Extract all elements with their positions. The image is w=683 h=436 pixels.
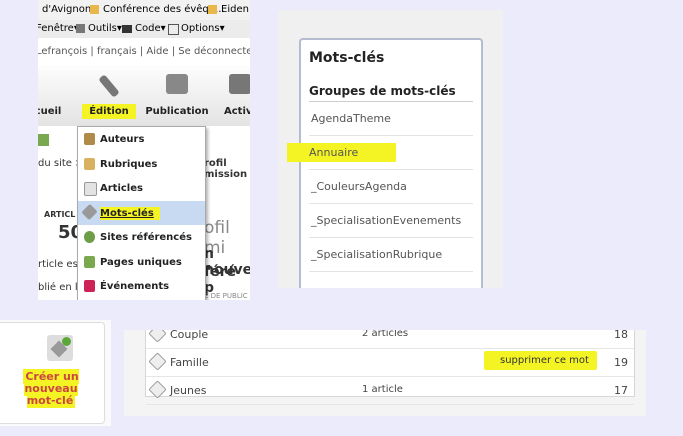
article-count: 1 article <box>362 384 403 395</box>
nav-label: Édition <box>77 104 141 119</box>
menu-outils[interactable]: Outils▾ <box>88 23 122 34</box>
group-link-annuaire[interactable]: Annuaire <box>287 136 473 170</box>
browser-toolbar: Fenêtre▾ Outils▾ Code▾ Options▾ <box>38 20 250 39</box>
nav-accueil[interactable]: cueil <box>38 66 80 126</box>
main-nav: cueil Édition Publication Activ <box>38 66 250 127</box>
group-link[interactable]: AgendaTheme <box>309 102 473 136</box>
nav-label: cueil <box>38 106 62 117</box>
menu-item-rubriques[interactable]: Rubriques <box>78 153 205 177</box>
folder-icon <box>208 5 217 14</box>
delete-keyword-button[interactable]: supprimer ce mot <box>484 351 597 370</box>
page-icon <box>84 256 95 268</box>
stat-label: ARTICL <box>44 210 76 219</box>
article-count: 2 articles <box>362 330 409 339</box>
menu-item-mots-cles[interactable]: Mots-clés <box>78 201 205 225</box>
group-link[interactable]: _SpecialisationRubrique <box>309 238 473 272</box>
bookmarks-bar: d'Avignon Conférence des évêqu... Eiden … <box>38 0 250 21</box>
folder-icon <box>84 158 95 170</box>
add-icon <box>38 134 49 146</box>
menu-fenetre[interactable]: Fenêtre▾ <box>38 23 79 34</box>
box-title: Mots-clés <box>309 50 385 66</box>
bookmark-conference[interactable]: Conférence des évêqu... <box>103 4 225 15</box>
user-links[interactable]: Lefrançois | français | Aide | Se déconn… <box>38 46 250 57</box>
nav-label: Activ <box>224 106 250 117</box>
calendar-icon <box>84 280 95 292</box>
nav-activite[interactable]: Activ <box>210 66 250 126</box>
groups-heading: Groupes de mots-clés <box>309 84 456 98</box>
user-bar: Lefrançois | français | Aide | Se déconn… <box>38 38 250 66</box>
plus-icon <box>62 337 71 346</box>
tools-icon <box>76 24 85 33</box>
table-row[interactable]: Couple 2 articles 18 <box>146 330 634 349</box>
article-icon <box>84 182 97 196</box>
nav-label: Publication <box>145 106 209 117</box>
published-fragment: blié en l <box>38 282 78 293</box>
options-icon <box>168 24 179 35</box>
group-link[interactable]: _SpecialisationEvenements <box>309 204 473 238</box>
menu-item-auteurs[interactable]: Auteurs <box>78 128 205 152</box>
tag-icon <box>148 380 167 399</box>
table-row[interactable]: Famille supprimer ce mot 19 <box>146 348 634 377</box>
menu-item-evenements[interactable]: Événements <box>78 275 205 299</box>
keywords-table-screenshot: Couple 2 articles 18 Famille supprimer c… <box>124 330 646 416</box>
speech-bubble-icon <box>229 74 250 94</box>
footer-fragment: E DE PUBLIC <box>204 292 248 300</box>
folder-icon <box>90 5 99 14</box>
bookmark-avignon[interactable]: d'Avignon <box>42 4 91 15</box>
code-icon <box>122 25 132 33</box>
menu-code[interactable]: Code▾ <box>135 23 166 34</box>
keywords-sidebar-screenshot: Mots-clés Groupes de mots-clés AgendaThe… <box>278 10 503 288</box>
keyword-name[interactable]: Famille <box>170 356 209 369</box>
keyword-id: 19 <box>614 356 628 369</box>
bookmark-eiden[interactable]: Eiden S <box>221 4 250 15</box>
globe-icon <box>84 231 95 243</box>
keyword-name[interactable]: Couple <box>170 330 208 341</box>
menu-item-pages[interactable]: Pages uniques <box>78 251 205 275</box>
author-icon <box>84 133 95 145</box>
tag-icon <box>148 352 167 371</box>
menu-options[interactable]: Options▾ <box>181 23 225 34</box>
keywords-table: Couple 2 articles 18 Famille supprimer c… <box>145 330 635 405</box>
status-fragment: rticle est <box>38 259 82 270</box>
nav-publication[interactable]: Publication <box>145 66 209 126</box>
menu-item-sites[interactable]: Sites référencés <box>78 226 205 250</box>
page-heading-fragment: rofil mission <box>204 158 248 180</box>
keywords-box: Mots-clés Groupes de mots-clés AgendaThe… <box>287 38 483 288</box>
nav-edition[interactable]: Édition <box>77 66 141 126</box>
create-keyword-label: Créer un nouveau mot-clé <box>23 369 79 408</box>
edition-dropdown: Auteurs Rubriques Articles Mots-clés Sit… <box>77 126 206 300</box>
group-link[interactable]: _CouleursAgenda <box>309 170 473 204</box>
menu-item-articles[interactable]: Articles <box>78 177 205 201</box>
keyword-id: 17 <box>614 384 628 397</box>
tag-icon <box>81 203 98 221</box>
keyword-name[interactable]: Jeunes <box>170 384 206 397</box>
table-row[interactable]: Jeunes 1 article 17 <box>146 376 634 405</box>
pencil-icon <box>98 74 120 98</box>
tag-add-icon <box>47 335 73 361</box>
create-keyword-screenshot: Créer un nouveau mot-clé <box>0 320 111 426</box>
create-keyword-button[interactable]: Créer un nouveau mot-clé <box>0 322 105 424</box>
keyword-id: 18 <box>614 330 628 341</box>
admin-menu-screenshot: d'Avignon Conférence des évêqu... Eiden … <box>38 0 250 300</box>
tag-icon <box>148 330 167 343</box>
checkmark-icon <box>166 74 188 94</box>
